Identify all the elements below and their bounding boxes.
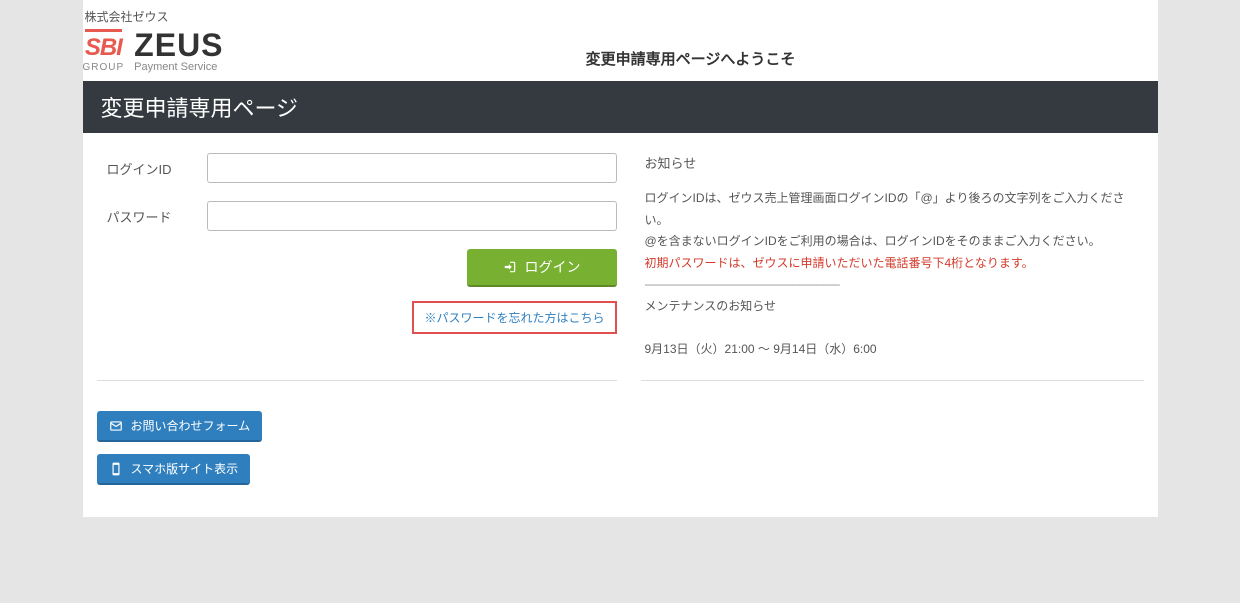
notice-title: お知らせ bbox=[641, 153, 1144, 172]
content-area: ログインID パスワード ログイン ※パスワードを忘れた方はこちら お知らせ ロ… bbox=[83, 133, 1158, 381]
password-label: パスワード bbox=[97, 207, 207, 226]
phone-icon bbox=[109, 462, 123, 476]
form-row-pw: パスワード bbox=[97, 201, 617, 231]
company-name: 株式会社ゼウス bbox=[83, 0, 1158, 29]
login-id-input[interactable] bbox=[207, 153, 617, 183]
welcome-text: 変更申請専用ページへようこそ bbox=[224, 48, 1158, 73]
header-row: SBI GROUP ZEUS Payment Service 変更申請専用ページ… bbox=[83, 29, 1158, 81]
title-bar: 変更申請専用ページ bbox=[83, 81, 1158, 133]
notice-line-highlight: 初期パスワードは、ゼウスに申請いただいた電話番号下4桁となります。 bbox=[645, 253, 1138, 275]
contact-form-button[interactable]: お問い合わせフォーム bbox=[97, 411, 263, 442]
page-wrapper: 株式会社ゼウス SBI GROUP ZEUS Payment Service 変… bbox=[83, 0, 1158, 517]
sp-site-label: スマホ版サイト表示 bbox=[131, 460, 239, 477]
sp-site-button[interactable]: スマホ版サイト表示 bbox=[97, 454, 251, 485]
login-button[interactable]: ログイン bbox=[467, 249, 617, 287]
notice-divider: ----------------------------------------… bbox=[645, 274, 1138, 296]
login-button-label: ログイン bbox=[525, 257, 581, 277]
password-input[interactable] bbox=[207, 201, 617, 231]
notice-line: 9月13日（火）21:00 ～ 9月14日（水）6:00 bbox=[645, 339, 1138, 361]
logo-sbi-sub: GROUP bbox=[83, 62, 125, 73]
logo-block: SBI GROUP ZEUS Payment Service bbox=[83, 29, 224, 73]
forgot-password-link[interactable]: ※パスワードを忘れた方はこちら bbox=[412, 301, 616, 334]
contact-form-label: お問い合わせフォーム bbox=[131, 417, 251, 434]
logo-sbi-main: SBI bbox=[85, 29, 122, 62]
logo-zeus: ZEUS Payment Service bbox=[134, 29, 223, 73]
login-id-label: ログインID bbox=[97, 159, 207, 178]
mail-icon bbox=[109, 419, 123, 433]
logo-zeus-sub: Payment Service bbox=[134, 61, 223, 73]
logo-sbi: SBI GROUP bbox=[83, 29, 125, 73]
logo-zeus-main: ZEUS bbox=[134, 29, 223, 61]
notice-panel: お知らせ ログインIDは、ゼウス売上管理画面ログインIDの「@」より後ろの文字列… bbox=[641, 153, 1144, 381]
login-panel: ログインID パスワード ログイン ※パスワードを忘れた方はこちら bbox=[97, 153, 617, 381]
forgot-row: ※パスワードを忘れた方はこちら bbox=[97, 301, 617, 334]
notice-line: ログインIDは、ゼウス売上管理画面ログインIDの「@」より後ろの文字列をご入力く… bbox=[645, 188, 1138, 231]
form-row-id: ログインID bbox=[97, 153, 617, 183]
notice-body[interactable]: ログインIDは、ゼウス売上管理画面ログインIDの「@」より後ろの文字列をご入力く… bbox=[641, 188, 1144, 368]
login-btn-row: ログイン bbox=[97, 249, 617, 287]
signin-icon bbox=[503, 260, 517, 274]
notice-line: @を含まないログインIDをご利用の場合は、ログインIDをそのままご入力ください。 bbox=[645, 231, 1138, 253]
notice-line: メンテナンスのお知らせ bbox=[645, 296, 1138, 318]
bottom-buttons: お問い合わせフォーム スマホ版サイト表示 bbox=[83, 381, 1158, 497]
